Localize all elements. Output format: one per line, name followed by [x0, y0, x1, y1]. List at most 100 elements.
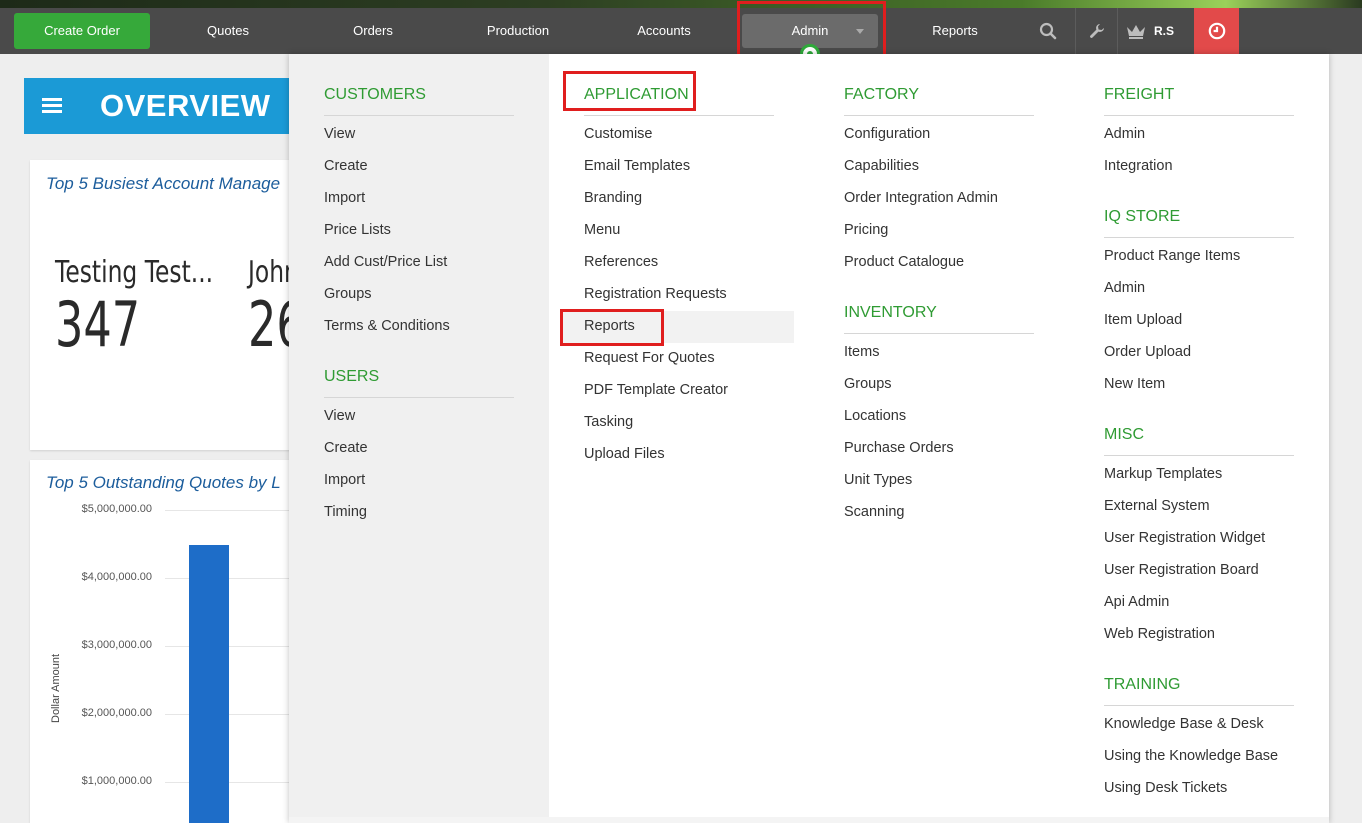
menu-item-markup-templates[interactable]: Markup Templates: [1104, 466, 1222, 482]
section-title-users: USERS: [324, 368, 380, 385]
nav-separator: [1117, 8, 1118, 54]
menu-item-purchase-orders[interactable]: Purchase Orders: [844, 440, 954, 456]
reports-highlight-box: [560, 309, 664, 346]
page-title: OVERVIEW: [100, 88, 271, 123]
user-initials: R.S: [1154, 24, 1175, 38]
section-divider: [1104, 237, 1294, 238]
menu-item-upload-files[interactable]: Upload Files: [584, 446, 665, 462]
nav-reports[interactable]: Reports: [897, 8, 1013, 54]
menu-item-product-catalogue[interactable]: Product Catalogue: [844, 254, 964, 270]
section-title-freight: FREIGHT: [1104, 86, 1175, 103]
grid-line: [165, 782, 295, 783]
menu-item-inventory-groups[interactable]: Groups: [844, 376, 892, 392]
menu-item-locations[interactable]: Locations: [844, 408, 906, 424]
top-decoration-strip: [0, 0, 1362, 8]
y-tick-label: $1,000,000.00: [81, 775, 152, 787]
section-divider: [1104, 705, 1294, 706]
menu-item-capabilities[interactable]: Capabilities: [844, 158, 919, 174]
menu-item-customers-import[interactable]: Import: [324, 190, 365, 206]
crown-icon: [1127, 25, 1145, 39]
hamburger-menu-icon[interactable]: [42, 98, 62, 114]
menu-item-email-templates[interactable]: Email Templates: [584, 158, 690, 174]
menu-item-using-knowledge-base[interactable]: Using the Knowledge Base: [1104, 748, 1278, 764]
menu-item-terms-conditions[interactable]: Terms & Conditions: [324, 318, 450, 334]
menu-item-references[interactable]: References: [584, 254, 658, 270]
menu-item-customers-view[interactable]: View: [324, 126, 355, 142]
overview-header: OVERVIEW: [24, 78, 294, 134]
section-title-inventory: INVENTORY: [844, 304, 937, 321]
menu-item-order-upload[interactable]: Order Upload: [1104, 344, 1191, 360]
clock-button[interactable]: [1194, 8, 1239, 54]
menu-item-store-admin[interactable]: Admin: [1104, 280, 1145, 296]
menu-item-unit-types[interactable]: Unit Types: [844, 472, 912, 488]
wrench-icon[interactable]: [1073, 8, 1121, 54]
search-icon[interactable]: [1024, 8, 1072, 54]
section-title-factory: FACTORY: [844, 86, 919, 103]
menu-item-freight-admin[interactable]: Admin: [1104, 126, 1145, 142]
y-tick-label: $3,000,000.00: [81, 639, 152, 651]
y-tick-label: $2,000,000.00: [81, 707, 152, 719]
menu-item-scanning[interactable]: Scanning: [844, 504, 904, 520]
menu-item-user-registration-board[interactable]: User Registration Board: [1104, 562, 1259, 578]
menu-item-customise[interactable]: Customise: [584, 126, 653, 142]
menu-item-external-system[interactable]: External System: [1104, 498, 1210, 514]
menu-item-configuration[interactable]: Configuration: [844, 126, 930, 142]
menu-item-inventory-items[interactable]: Items: [844, 344, 879, 360]
section-divider: [1104, 455, 1294, 456]
menu-item-freight-integration[interactable]: Integration: [1104, 158, 1173, 174]
y-tick-label: $4,000,000.00: [81, 571, 152, 583]
nav-accounts[interactable]: Accounts: [606, 8, 722, 54]
menu-item-order-integration-admin[interactable]: Order Integration Admin: [844, 190, 998, 206]
grid-line: [165, 578, 295, 579]
menu-item-customers-groups[interactable]: Groups: [324, 286, 372, 302]
y-tick-label: $5,000,000.00: [81, 503, 152, 515]
menu-item-users-create[interactable]: Create: [324, 440, 368, 456]
admin-dropdown-menu: CUSTOMERS View Create Import Price Lists…: [289, 54, 1329, 823]
y-axis-label: Dollar Amount: [50, 653, 62, 723]
menu-item-pdf-template-creator[interactable]: PDF Template Creator: [584, 382, 728, 398]
menu-item-add-cust-price-list[interactable]: Add Cust/Price List: [324, 254, 447, 270]
clock-icon: [1208, 22, 1225, 40]
application-highlight-box: [563, 71, 696, 111]
menu-item-product-range-items[interactable]: Product Range Items: [1104, 248, 1240, 264]
menu-item-branding[interactable]: Branding: [584, 190, 642, 206]
menu-item-user-registration-widget[interactable]: User Registration Widget: [1104, 530, 1265, 546]
nav-orders[interactable]: Orders: [315, 8, 431, 54]
menu-item-tasking[interactable]: Tasking: [584, 414, 633, 430]
menu-item-registration-requests[interactable]: Registration Requests: [584, 286, 727, 302]
card-title: Top 5 Busiest Account Manage: [46, 174, 281, 193]
section-divider: [1104, 115, 1294, 116]
menu-item-menu[interactable]: Menu: [584, 222, 620, 238]
manager-name: Testing Test...: [55, 255, 214, 290]
section-title-customers: CUSTOMERS: [324, 86, 426, 103]
section-divider: [324, 115, 514, 116]
create-order-button[interactable]: Create Order: [14, 13, 150, 49]
nav-quotes[interactable]: Quotes: [170, 8, 286, 54]
user-menu[interactable]: R.S: [1126, 8, 1174, 54]
menu-item-api-admin[interactable]: Api Admin: [1104, 594, 1169, 610]
busiest-managers-card: Top 5 Busiest Account Manage Testing Tes…: [30, 160, 305, 450]
section-divider: [844, 115, 1034, 116]
grid-line: [165, 646, 295, 647]
menu-item-web-registration[interactable]: Web Registration: [1104, 626, 1215, 642]
menu-item-knowledge-base-desk[interactable]: Knowledge Base & Desk: [1104, 716, 1264, 732]
card-title: Top 5 Outstanding Quotes by L: [46, 473, 281, 492]
section-title-training: TRAINING: [1104, 676, 1181, 693]
menu-item-item-upload[interactable]: Item Upload: [1104, 312, 1182, 328]
chart-bar: [189, 545, 229, 823]
menu-item-price-lists[interactable]: Price Lists: [324, 222, 391, 238]
section-divider: [844, 333, 1034, 334]
menu-item-request-for-quotes[interactable]: Request For Quotes: [584, 350, 715, 366]
menu-item-pricing[interactable]: Pricing: [844, 222, 888, 238]
menu-item-using-desk-tickets[interactable]: Using Desk Tickets: [1104, 780, 1227, 796]
menu-item-customers-create[interactable]: Create: [324, 158, 368, 174]
page-bottom-strip: [289, 817, 1329, 823]
grid-line: [165, 714, 295, 715]
nav-production[interactable]: Production: [460, 8, 576, 54]
menu-item-users-import[interactable]: Import: [324, 472, 365, 488]
menu-item-users-view[interactable]: View: [324, 408, 355, 424]
menu-item-new-item[interactable]: New Item: [1104, 376, 1165, 392]
section-divider: [324, 397, 514, 398]
menu-item-users-timing[interactable]: Timing: [324, 504, 367, 520]
section-title-iq-store: IQ STORE: [1104, 208, 1181, 225]
